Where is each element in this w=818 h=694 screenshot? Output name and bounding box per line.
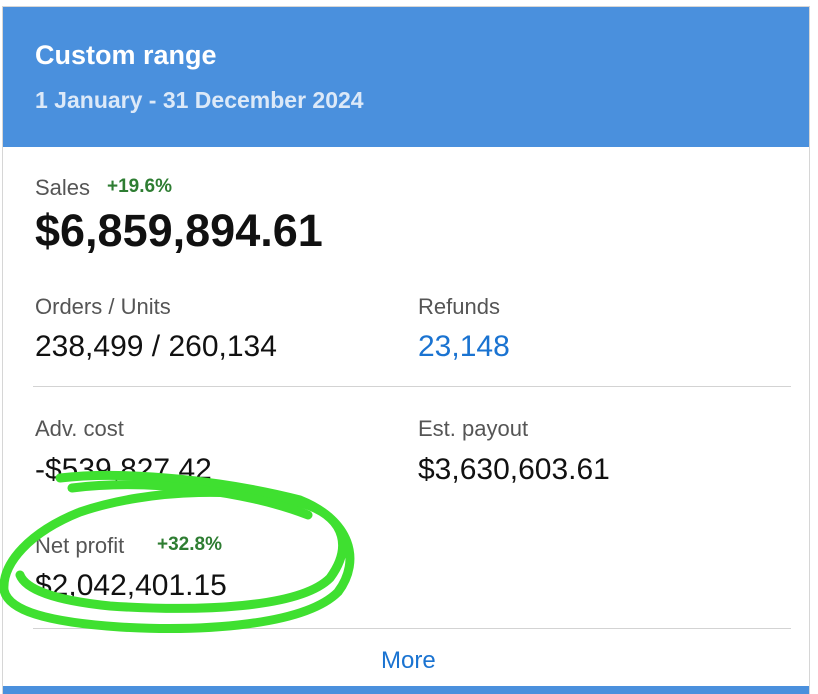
- card-header: Custom range 1 January - 31 December 202…: [3, 7, 809, 147]
- header-title: Custom range: [35, 40, 217, 70]
- more-link[interactable]: More: [381, 647, 436, 675]
- sales-value: $6,859,894.61: [35, 205, 323, 256]
- net-profit-change-badge: +32.8%: [157, 534, 222, 555]
- adv-cost-label: Adv. cost: [35, 416, 124, 441]
- footer-divider: [33, 628, 791, 629]
- refunds-link[interactable]: 23,148: [418, 330, 510, 364]
- summary-card: Custom range 1 January - 31 December 202…: [2, 6, 810, 694]
- orders-units-value: 238,499 / 260,134: [35, 330, 277, 363]
- adv-cost-value: -$539,827.42: [35, 453, 212, 486]
- card-bottom-bar: [3, 686, 809, 694]
- net-profit-value: $2,042,401.15: [35, 569, 227, 602]
- sales-label: Sales: [35, 175, 91, 200]
- section-divider: [33, 386, 791, 387]
- header-date-range: 1 January - 31 December 2024: [35, 87, 364, 113]
- est-payout-label: Est. payout: [418, 416, 529, 441]
- est-payout-value: $3,630,603.61: [418, 453, 610, 486]
- sales-change-badge: +19.6%: [107, 176, 172, 197]
- orders-units-label: Orders / Units: [35, 294, 171, 319]
- net-profit-label: Net profit: [35, 533, 125, 558]
- refunds-label: Refunds: [418, 294, 500, 319]
